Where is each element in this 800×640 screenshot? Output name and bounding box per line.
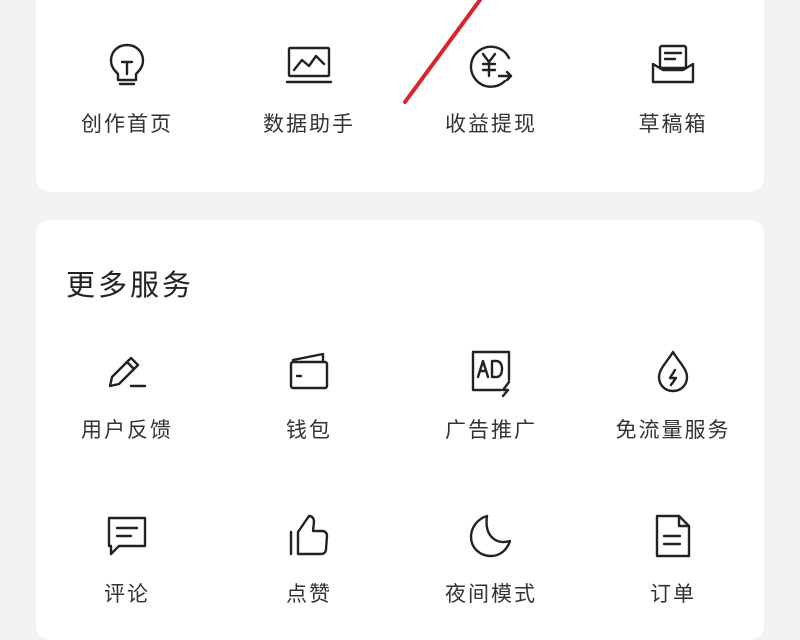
- shortcut-label: 创作首页: [81, 112, 173, 136]
- section-title: 更多服务: [66, 268, 195, 302]
- more-services-card: 更多服务 用户反馈 钱包 广告推广 免流量服务 评论 点赞 夜间模式 订单: [36, 220, 764, 640]
- services-grid-row-2: 评论 点赞 夜间模式 订单: [36, 510, 764, 608]
- comment-icon: [101, 510, 153, 562]
- shortcut-data-assistant[interactable]: 数据助手: [218, 40, 400, 138]
- chart-monitor-icon: [283, 40, 335, 92]
- service-label: 广告推广: [445, 418, 537, 442]
- thumbs-up-icon: [283, 510, 335, 562]
- services-grid-row-1: 用户反馈 钱包 广告推广 免流量服务: [36, 346, 764, 444]
- ad-icon: [465, 346, 517, 398]
- wallet-icon: [283, 346, 335, 398]
- service-label: 用户反馈: [81, 418, 173, 442]
- shortcuts-grid: 创作首页 数据助手 收益提现 草稿箱: [36, 40, 764, 138]
- service-label: 钱包: [286, 418, 332, 442]
- service-user-feedback[interactable]: 用户反馈: [36, 346, 218, 444]
- service-night-mode[interactable]: 夜间模式: [400, 510, 582, 608]
- shortcut-label: 草稿箱: [638, 112, 708, 136]
- water-drop-bolt-icon: [647, 346, 699, 398]
- service-label: 夜间模式: [445, 582, 537, 606]
- service-comments[interactable]: 评论: [36, 510, 218, 608]
- service-label: 订单: [650, 582, 696, 606]
- shortcut-earnings-withdraw[interactable]: 收益提现: [400, 40, 582, 138]
- pencil-feedback-icon: [101, 346, 153, 398]
- shortcut-label: 数据助手: [263, 112, 355, 136]
- shortcut-label: 收益提现: [445, 112, 537, 136]
- service-label: 评论: [104, 582, 150, 606]
- moon-icon: [465, 510, 517, 562]
- draft-box-icon: [647, 40, 699, 92]
- service-wallet[interactable]: 钱包: [218, 346, 400, 444]
- service-label: 点赞: [286, 582, 332, 606]
- service-data-free[interactable]: 免流量服务: [582, 346, 764, 444]
- shortcut-creation-home[interactable]: 创作首页: [36, 40, 218, 138]
- service-likes[interactable]: 点赞: [218, 510, 400, 608]
- yuan-withdraw-icon: [465, 40, 517, 92]
- service-orders[interactable]: 订单: [582, 510, 764, 608]
- service-label: 免流量服务: [615, 418, 731, 442]
- service-ad-promotion[interactable]: 广告推广: [400, 346, 582, 444]
- document-icon: [647, 510, 699, 562]
- shortcut-drafts[interactable]: 草稿箱: [582, 40, 764, 138]
- shortcuts-card: 创作首页 数据助手 收益提现 草稿箱: [36, 0, 764, 192]
- lightbulb-icon: [101, 40, 153, 92]
